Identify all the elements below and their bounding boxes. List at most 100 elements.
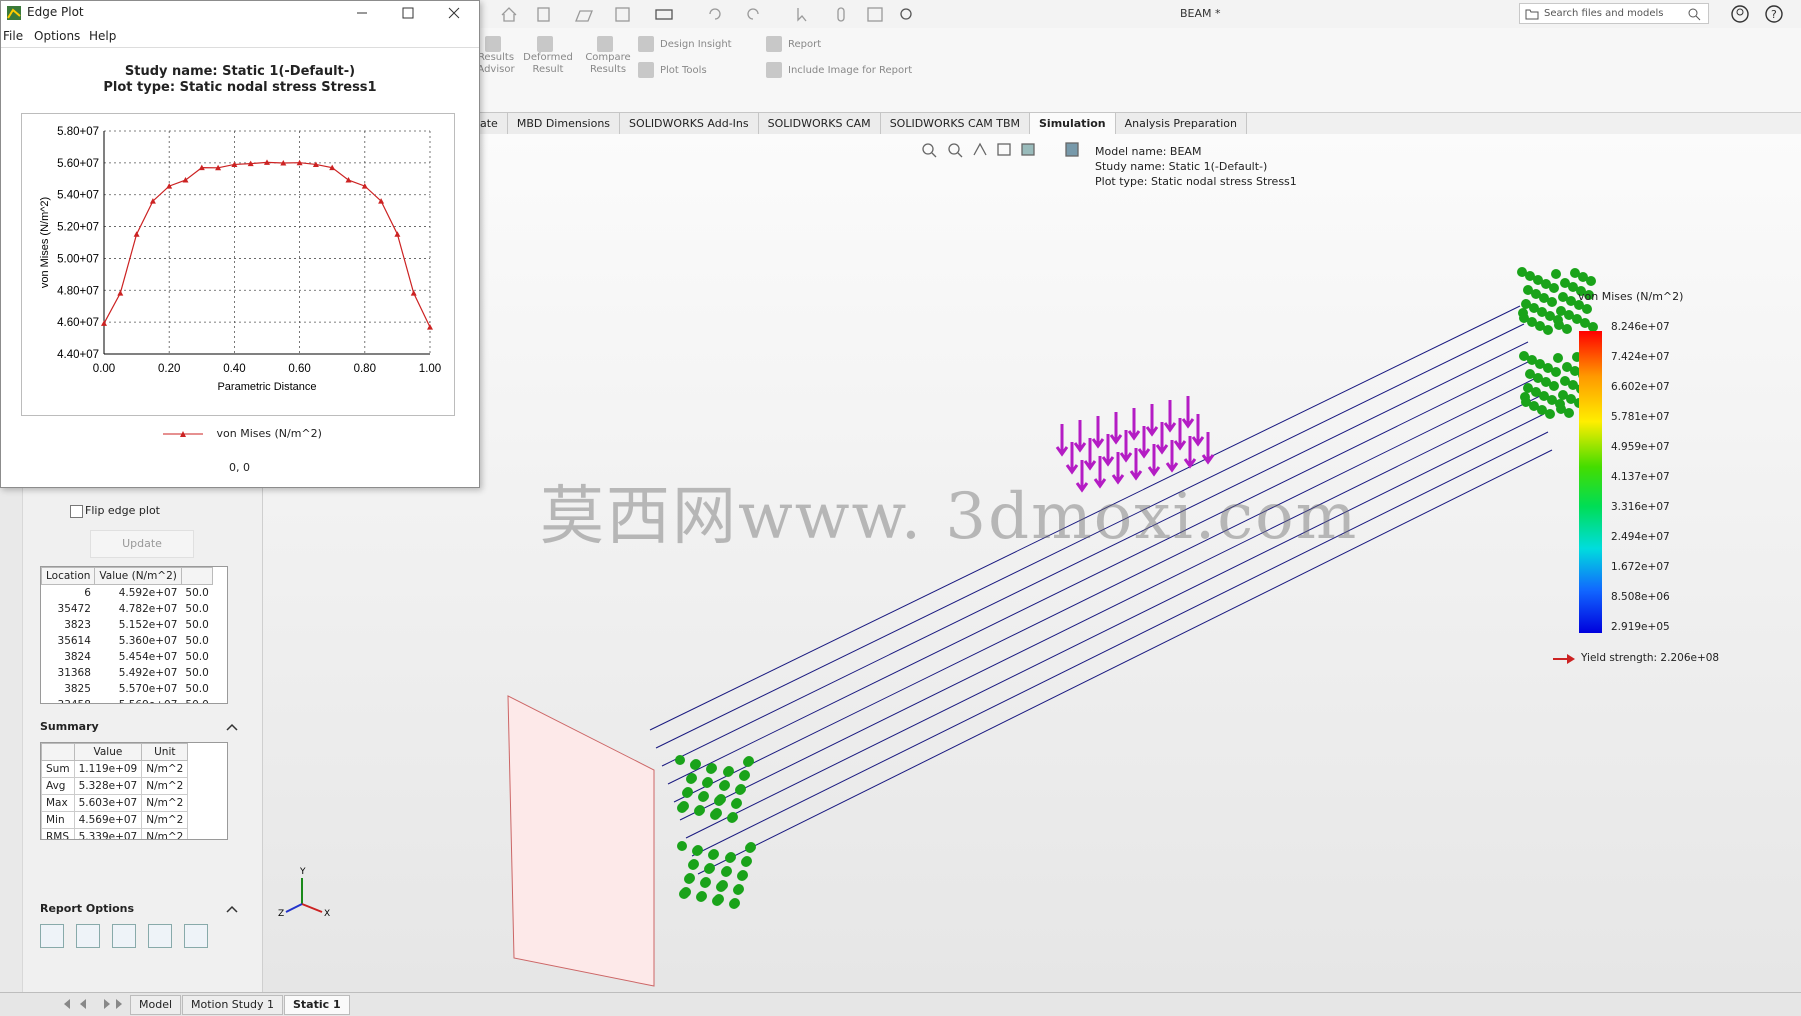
extra-cell: 50.0: [185, 603, 209, 615]
x-tick-label: 0.00: [93, 363, 115, 375]
table-row[interactable]: 3823 5.152e+07 50.0: [42, 617, 213, 633]
beam-model-view[interactable]: Y X Z: [262, 134, 1801, 992]
design-insight-icon: [638, 36, 654, 52]
tab-motion-study-1[interactable]: Motion Study 1: [182, 995, 284, 1015]
table-row[interactable]: 3824 5.454e+07 50.0: [42, 649, 213, 665]
color-legend-label: 5.781e+07: [1611, 411, 1670, 423]
deformed-result-button[interactable]: Deformed Result: [520, 36, 576, 76]
extra-cell: 50.0: [185, 619, 209, 631]
data-point: [101, 320, 107, 326]
svg-text:Z: Z: [278, 909, 284, 919]
home-icon: [501, 7, 517, 22]
x-tick-label: 0.60: [288, 363, 310, 375]
document-title: BEAM *: [1180, 7, 1221, 20]
quick-access-toolbar[interactable]: [500, 5, 930, 23]
flip-edge-plot-label: Flip edge plot: [85, 504, 160, 517]
chevron-up-icon[interactable]: [226, 722, 238, 732]
ribbon: Results Advisor Deformed Result Compare …: [470, 28, 1801, 113]
maximize-icon[interactable]: [401, 6, 415, 20]
tab-solidworks-cam[interactable]: SOLIDWORKS CAM: [757, 112, 881, 134]
value-cell: 5.152e+07: [118, 619, 178, 631]
data-point: [427, 324, 433, 330]
table-row[interactable]: 3825 5.570e+07 50.0: [42, 681, 213, 697]
color-legend-label: 4.959e+07: [1611, 441, 1670, 453]
rebuild-icon: [837, 7, 845, 22]
excel-export-icon[interactable]: [148, 924, 172, 948]
results-advisor-button[interactable]: Results Advisor: [476, 36, 516, 76]
report-button[interactable]: Report: [766, 36, 821, 52]
tab-static-1[interactable]: Static 1: [284, 995, 350, 1015]
summary-unit-cell: N/m^2: [141, 794, 189, 812]
extra-cell: 50.0: [185, 667, 209, 679]
chevron-up-icon[interactable]: [226, 904, 238, 914]
edge-data-table[interactable]: Location Value (N/m^2) 6 4.592e+07 50.0 354…: [40, 566, 228, 704]
new-icon: [537, 7, 550, 22]
location-cell: 33458: [42, 697, 95, 703]
x-axis-label: Parametric Distance: [217, 381, 316, 393]
location-cell: 35472: [57, 603, 91, 615]
table-row[interactable]: 31368 5.492e+07 50.0: [42, 665, 213, 681]
table-row[interactable]: 35614 5.360e+07 50.0: [42, 633, 213, 649]
tab-mbd-dimensions[interactable]: MBD Dimensions: [506, 112, 621, 134]
tab-simulation[interactable]: Simulation: [1029, 112, 1116, 134]
table-row[interactable]: 6 4.592e+07 50.0: [42, 585, 213, 602]
tab-scroll-arrows-icon[interactable]: [60, 997, 124, 1011]
color-legend-bar: [1579, 331, 1602, 633]
close-icon[interactable]: [447, 6, 461, 20]
minimize-icon[interactable]: [355, 6, 369, 20]
flip-edge-plot-checkbox[interactable]: [70, 505, 83, 518]
graph-icon[interactable]: [112, 924, 136, 948]
print-icon: [655, 9, 673, 20]
y-tick-label: 4.40+07: [57, 349, 99, 361]
tab-analysis-preparation[interactable]: Analysis Preparation: [1114, 112, 1247, 134]
svg-text:X: X: [324, 909, 330, 919]
table-row[interactable]: 35472 4.782e+07 50.0: [42, 601, 213, 617]
tab-solidworks-cam-tbm[interactable]: SOLIDWORKS CAM TBM: [879, 112, 1030, 134]
table-row[interactable]: 334585.569e+0750.0: [42, 697, 213, 703]
cursor-readout: 0, 0: [229, 461, 250, 474]
save-report-icon[interactable]: [40, 924, 64, 948]
image-export-icon[interactable]: [184, 924, 208, 948]
report-icon: [766, 36, 782, 52]
tab-solidworks-add-ins[interactable]: SOLIDWORKS Add-Ins: [619, 112, 759, 134]
tab-model[interactable]: Model: [130, 995, 182, 1015]
yield-strength-label: Yield strength: 2.206e+08: [1581, 652, 1720, 664]
report-label: Report: [788, 39, 822, 50]
plot-study-name: Study name: Static 1(-Default-): [124, 64, 356, 79]
copy-data-icon[interactable]: [76, 924, 100, 948]
account-icon[interactable]: [1730, 4, 1750, 24]
summary-label-cell: Avg: [41, 777, 75, 795]
coordinate-triad-icon: Y X Z: [278, 867, 330, 919]
summary-header-value: Value: [73, 743, 143, 761]
color-legend-label: 7.424e+07: [1611, 351, 1670, 363]
search-icon[interactable]: [1688, 8, 1702, 22]
location-cell: 3823: [64, 619, 91, 631]
location-cell: 3824: [64, 651, 91, 663]
menu-file[interactable]: File: [3, 29, 23, 43]
summary-value-cell: 4.569e+07: [73, 811, 143, 829]
chart-frame: 4.40+07 4.60+07 4.80+07 5.00+07 5.20+07 5.40+…: [21, 113, 455, 416]
dialog-title-bar[interactable]: Edge Plot: [1, 1, 479, 24]
summary-header-unit: Unit: [141, 743, 189, 761]
results-advisor-icon: [485, 36, 501, 52]
undo-icon: [709, 8, 721, 20]
search-input[interactable]: Search files and models: [1519, 3, 1709, 24]
plot-tools-button[interactable]: Plot Tools: [638, 62, 707, 78]
design-insight-label: Design Insight: [660, 39, 732, 50]
data-point: [410, 290, 417, 296]
edge-plot-chart[interactable]: 4.40+07 4.60+07 4.80+07 5.00+07 5.20+07 5.40+…: [22, 114, 454, 415]
design-insight-button[interactable]: Design Insight: [638, 36, 732, 52]
menu-options[interactable]: Options: [34, 29, 80, 43]
compare-results-button[interactable]: Compare Results: [580, 36, 636, 76]
menu-help[interactable]: Help: [89, 29, 116, 43]
include-image-button[interactable]: Include Image for Report: [766, 62, 912, 78]
command-manager-tabs: ate MBD Dimensions SOLIDWORKS Add-Ins SO…: [470, 112, 1247, 134]
edge-plot-app-icon: [7, 6, 21, 20]
x-tick-label: 1.00: [419, 363, 441, 375]
update-button[interactable]: Update: [90, 530, 194, 558]
help-icon[interactable]: ?: [1764, 4, 1784, 24]
compare-results-label: Compare Results: [585, 52, 631, 75]
summary-row: RMS 5.339e+07 N/m^2: [41, 828, 189, 839]
feature-manager-strip: [0, 486, 23, 992]
y-tick-label: 5.00+07: [57, 253, 99, 265]
